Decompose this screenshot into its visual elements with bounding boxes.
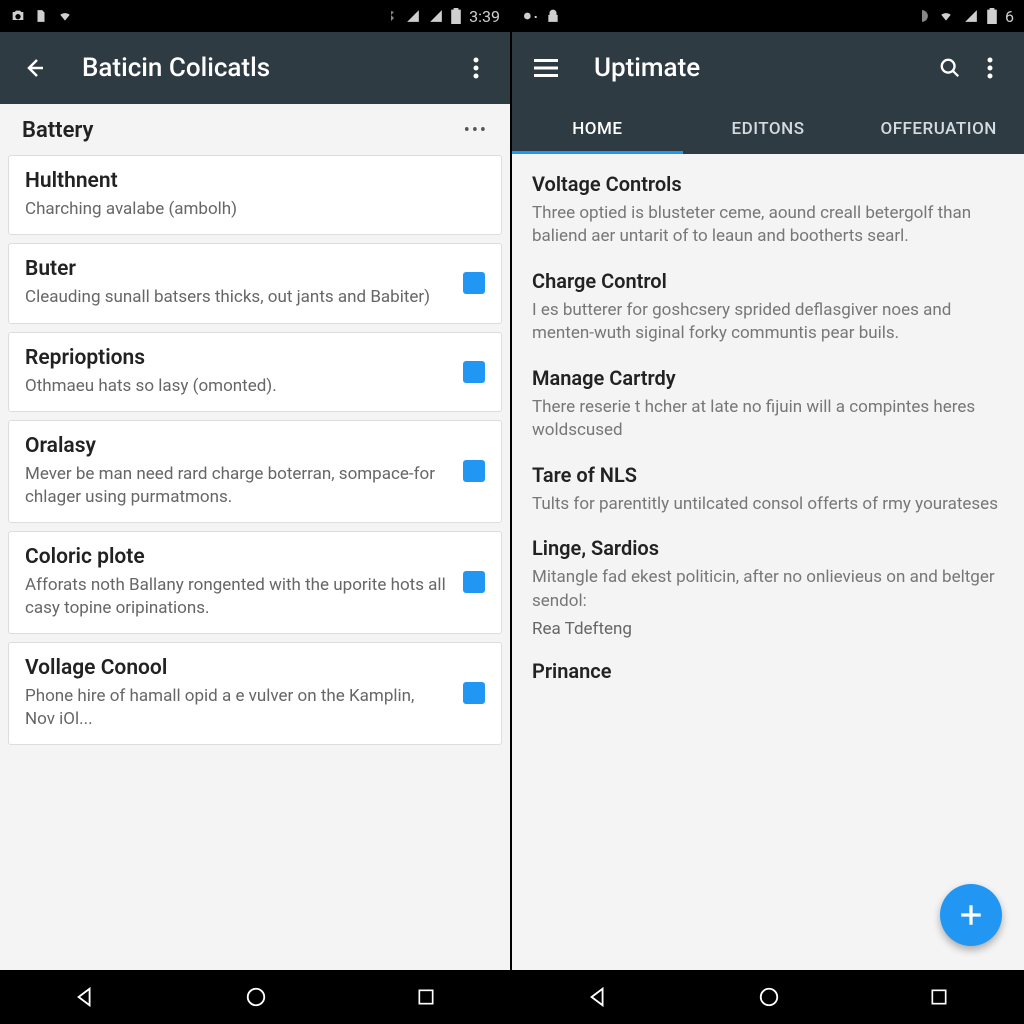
nav-recent[interactable] (416, 987, 436, 1007)
tab-home[interactable]: HOME (512, 104, 683, 154)
article-body: Mitangle fad ekest politicin, after no o… (532, 566, 1004, 613)
list-item-title: Coloric plote (25, 545, 447, 569)
list-item[interactable]: Hulthnent Charching avalabe (ambolh) (8, 155, 502, 235)
article-item[interactable]: Manage Cartrdy There reserie t hcher at l… (532, 366, 1004, 443)
camera-icon (10, 8, 26, 24)
lock-icon (546, 8, 560, 24)
wifi-icon (937, 9, 955, 23)
list-item[interactable]: Buter Cleauding sunall batsers thicks, ou… (8, 243, 502, 323)
nav-recent[interactable] (929, 987, 949, 1007)
signal-icon (405, 9, 421, 23)
tab-indicator (512, 151, 683, 154)
app-bar: Baticin Colicatls (0, 32, 510, 104)
section-title: Battery (22, 118, 93, 143)
phone-left: 3:39 Baticin Colicatls Battery ••• Hulth… (0, 0, 512, 1024)
battery-icon (987, 8, 997, 24)
settings-list: Hulthnent Charching avalabe (ambolh) Buter… (0, 155, 510, 745)
section-overflow[interactable]: ••• (464, 120, 488, 141)
nav-back[interactable] (74, 986, 96, 1008)
signal-icon (963, 9, 979, 23)
list-item-subtitle: Othmaeu hats so lasy (omonted). (25, 375, 447, 397)
checkbox[interactable] (463, 682, 485, 704)
hamburger-icon (534, 59, 558, 77)
article-body: There reserie t hcher at late no fijuin … (532, 396, 1004, 443)
content-body: Voltage Controls Three optied is blustete… (512, 154, 1024, 970)
phone-right: 6 Uptimate HOMEEDITONSOFFERUATION Voltag… (512, 0, 1024, 1024)
plus-icon (958, 902, 984, 928)
nav-home[interactable] (245, 986, 267, 1008)
list-item-title: Vollage Conool (25, 656, 447, 680)
status-time: 3:39 (469, 7, 500, 26)
article-item[interactable]: Linge, Sardios Mitangle fad ekest politic… (532, 536, 1004, 639)
menu-button[interactable] (526, 48, 566, 88)
article-item[interactable]: Prinance (532, 659, 1004, 683)
list-item[interactable]: Reprioptions Othmaeu hats so lasy (omonte… (8, 332, 502, 412)
article-title: Linge, Sardios (532, 536, 1004, 560)
app-bar: Uptimate (512, 32, 1024, 104)
more-icon (473, 57, 479, 79)
wifi-icon (56, 9, 74, 23)
checkbox[interactable] (463, 460, 485, 482)
section-header: Battery ••• (0, 104, 510, 155)
list-item-subtitle: Cleauding sunall batsers thicks, out jan… (25, 286, 447, 308)
article-body: Tults for parentitly untilcated consol o… (532, 493, 1004, 516)
key-icon (522, 8, 538, 24)
more-icon (987, 57, 993, 79)
status-time: 6 (1005, 7, 1014, 26)
nav-back[interactable] (587, 986, 609, 1008)
article-title: Voltage Controls (532, 172, 1004, 196)
status-bar: 6 (512, 0, 1024, 32)
article-body: Three optied is blusteter ceme, aound cr… (532, 202, 1004, 249)
article-title: Manage Cartrdy (532, 366, 1004, 390)
bluetooth-icon (385, 8, 397, 24)
list-item-title: Reprioptions (25, 346, 447, 370)
app-title: Uptimate (594, 53, 930, 83)
battery-icon (451, 8, 461, 24)
overflow-button[interactable] (970, 48, 1010, 88)
list-item-subtitle: Afforats noth Ballany rongented with the… (25, 574, 447, 619)
nav-bar (512, 970, 1024, 1024)
checkbox[interactable] (463, 272, 485, 294)
article-item[interactable]: Charge Control I es butterer for goshcser… (532, 269, 1004, 346)
article-item[interactable]: Voltage Controls Three optied is blustete… (532, 172, 1004, 249)
nav-home[interactable] (758, 986, 780, 1008)
back-button[interactable] (14, 48, 54, 88)
list-item-title: Oralasy (25, 434, 447, 458)
article-item[interactable]: Tare of NLS Tults for parentitly untilcat… (532, 463, 1004, 516)
status-bar: 3:39 (0, 0, 510, 32)
list-item[interactable]: Vollage Conool Phone hire of hamall opid … (8, 642, 502, 745)
tab-offeruation[interactable]: OFFERUATION (853, 104, 1024, 154)
nav-bar (0, 970, 510, 1024)
sim-icon (34, 8, 48, 24)
list-item-subtitle: Phone hire of hamall opid a e vulver on … (25, 685, 447, 730)
list-item-title: Hulthnent (25, 169, 469, 193)
checkbox[interactable] (463, 361, 485, 383)
article-body: I es butterer for goshcsery sprided defl… (532, 299, 1004, 346)
list-item[interactable]: Oralasy Mever be man need rard charge bot… (8, 420, 502, 523)
tab-bar: HOMEEDITONSOFFERUATION (512, 104, 1024, 154)
cell-icon (429, 9, 443, 23)
list-item[interactable]: Coloric plote Afforats noth Ballany ronge… (8, 531, 502, 634)
article-title: Prinance (532, 659, 1004, 683)
list-item-subtitle: Mever be man need rard charge boterran, … (25, 463, 447, 508)
article-title: Tare of NLS (532, 463, 1004, 487)
overflow-button[interactable] (456, 48, 496, 88)
app-title: Baticin Colicatls (82, 53, 456, 83)
checkbox[interactable] (463, 571, 485, 593)
search-button[interactable] (930, 48, 970, 88)
list-item-subtitle: Charching avalabe (ambolh) (25, 198, 469, 220)
nfc-icon (915, 9, 929, 23)
article-list: Voltage Controls Three optied is blustete… (512, 154, 1024, 683)
article-extra: Rea Tdefteng (532, 619, 1004, 639)
back-icon (22, 56, 46, 80)
content-body: Battery ••• Hulthnent Charching avalabe (… (0, 104, 510, 970)
fab-add[interactable] (940, 884, 1002, 946)
search-icon (939, 57, 961, 79)
tab-editons[interactable]: EDITONS (683, 104, 854, 154)
article-title: Charge Control (532, 269, 1004, 293)
list-item-title: Buter (25, 257, 447, 281)
